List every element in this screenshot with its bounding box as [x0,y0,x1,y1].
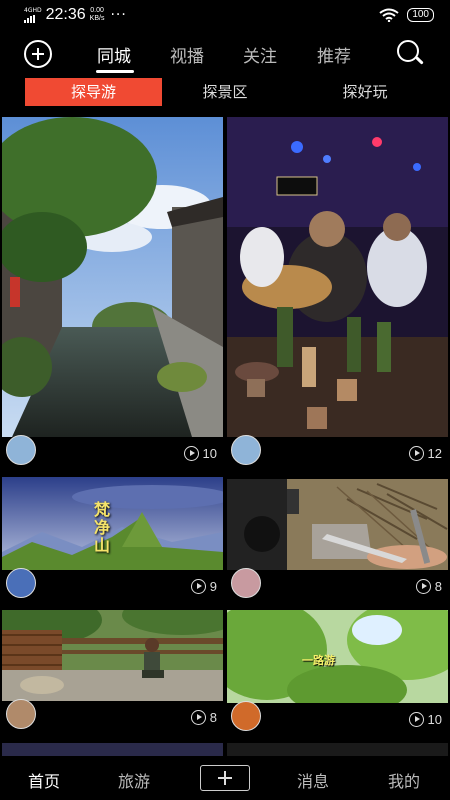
video-card[interactable] [227,743,448,757]
play-icon [190,579,206,594]
video-thumbnail [227,117,448,437]
video-thumbnail [2,610,223,701]
view-count: 10 [183,446,217,461]
signal-icon: 4GHD [24,7,42,23]
video-card[interactable] [2,743,223,757]
play-icon [183,446,199,461]
tab-recommend[interactable]: 推荐 [317,42,351,67]
bottom-navigation: 首页 旅游 消息 我的 [0,756,450,800]
tab-following[interactable]: 关注 [243,42,277,67]
video-card[interactable]: 10 [2,117,223,469]
view-count: 8 [190,710,217,725]
tab-local[interactable]: 同城 [97,42,131,67]
video-card[interactable]: 一路游 10 [227,610,448,735]
wifi-icon [379,8,399,22]
subtab-fun[interactable]: 探好玩 [320,78,410,106]
video-card[interactable]: 8 [2,610,223,733]
speed-unit: KB/s [89,15,105,22]
avatar[interactable] [6,435,36,465]
video-card[interactable]: 梵净山 9 [2,477,223,602]
more-notifications-icon: ··· [110,7,127,23]
avatar[interactable] [6,699,36,729]
view-count-value: 10 [202,446,217,461]
sub-category-bar: 探导游 探景区 探好玩 [0,78,450,106]
avatar[interactable] [231,568,261,598]
nav-home[interactable]: 首页 [28,768,60,792]
avatar[interactable] [6,568,36,598]
nav-messages[interactable]: 消息 [297,768,329,792]
video-card[interactable]: 12 [227,117,448,469]
avatar[interactable] [231,435,261,465]
battery-icon: 100 [407,8,434,22]
view-count-value: 8 [434,579,442,594]
view-count: 10 [408,712,442,727]
active-tab-indicator [96,70,134,73]
nav-profile[interactable]: 我的 [388,768,420,792]
video-thumbnail [2,117,223,437]
play-icon [415,579,431,594]
network-speed: 0.00 KB/s [90,7,105,23]
view-count-value: 9 [209,579,217,594]
video-overlay-title: 梵净山 [94,500,111,555]
play-icon [408,446,424,461]
view-count-value: 8 [209,710,217,725]
tab-video[interactable]: 视播 [170,42,204,67]
status-bar: 4GHD 22:36 0.00 KB/s ··· 100 [0,0,450,30]
view-count: 12 [408,446,442,461]
clock: 22:36 [45,6,86,23]
view-count: 8 [415,579,442,594]
video-thumbnail [227,479,448,570]
video-overlay-title: 一路游 [302,654,335,667]
subtab-guide[interactable]: 探导游 [25,78,162,106]
video-card[interactable]: 8 [227,479,448,602]
network-type: 4GHD [24,7,42,14]
search-icon[interactable] [397,40,424,66]
speed-value: 0.00 [90,7,104,14]
plus-circle-icon[interactable] [24,40,52,68]
video-thumbnail [227,610,448,703]
view-count: 9 [190,579,217,594]
top-navigation: 同城 视播 关注 推荐 [0,34,450,74]
subtab-scenic[interactable]: 探景区 [180,78,270,106]
view-count-value: 12 [427,446,442,461]
play-icon [190,710,206,725]
avatar[interactable] [231,701,261,731]
plus-icon[interactable] [200,765,250,791]
view-count-value: 10 [427,712,442,727]
play-icon [408,712,424,727]
nav-travel[interactable]: 旅游 [118,768,150,792]
